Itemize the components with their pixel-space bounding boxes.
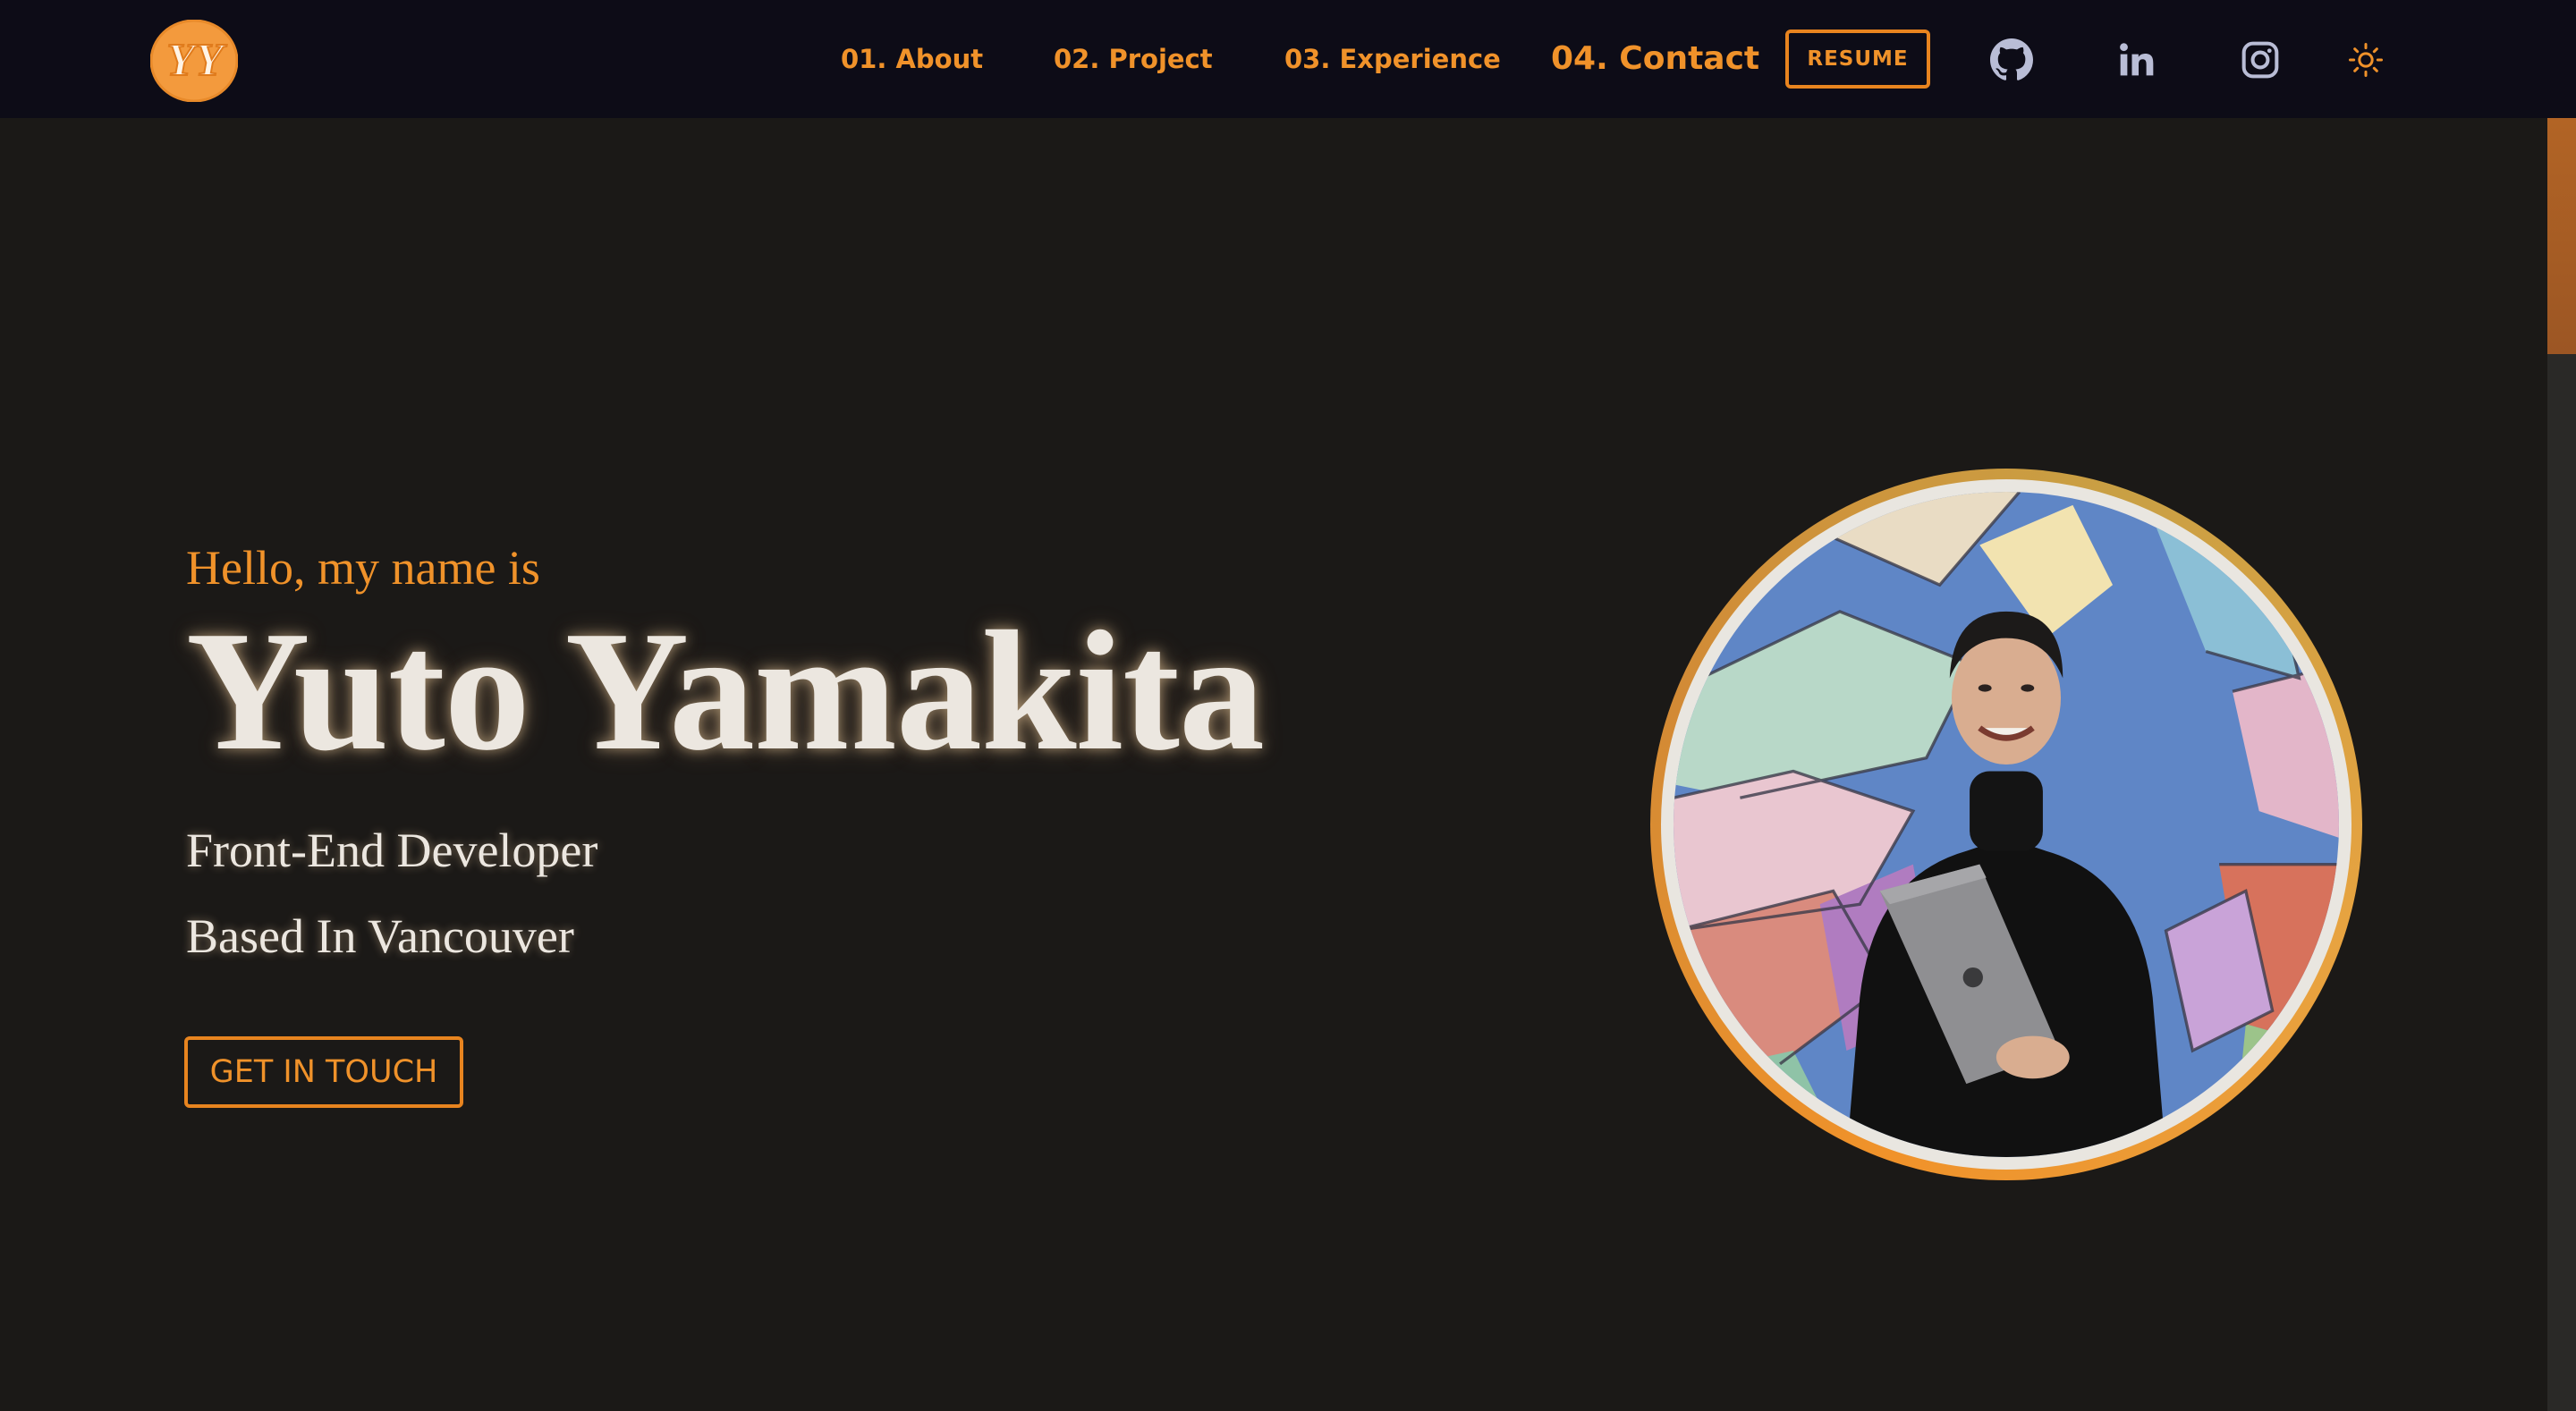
page-scrollbar[interactable]	[2547, 118, 2576, 1411]
top-navbar: YY 01. About 02. Project 03. Experience …	[0, 0, 2576, 118]
github-link[interactable]	[1989, 38, 2034, 82]
hero-name: Yuto Yamakita	[186, 596, 1265, 786]
hero-greeting: Hello, my name is	[186, 541, 540, 595]
resume-button[interactable]: RESUME	[1785, 30, 1930, 89]
nav-link-experience[interactable]: 03. Experience	[1284, 39, 1501, 79]
profile-photo-border	[1661, 479, 2351, 1170]
instagram-icon	[2241, 41, 2279, 79]
nav-link-contact[interactable]: 04. Contact	[1551, 38, 1759, 80]
hero-location: Based In Vancouver	[186, 909, 574, 963]
sun-icon	[2349, 43, 2383, 77]
instagram-link[interactable]	[2238, 38, 2283, 82]
get-in-touch-button[interactable]: GET IN TOUCH	[184, 1036, 463, 1108]
scrollbar-thumb[interactable]	[2547, 118, 2576, 354]
site-logo[interactable]: YY	[149, 19, 239, 103]
logo-icon: YY	[149, 19, 239, 103]
logo-text: YY	[166, 35, 227, 86]
github-icon	[1990, 38, 2033, 80]
linkedin-icon	[2120, 43, 2154, 76]
hero-role: Front-End Developer	[186, 824, 598, 877]
profile-photo	[1674, 492, 2339, 1157]
profile-photo-frame	[1650, 469, 2362, 1180]
theme-toggle-button[interactable]	[2343, 38, 2388, 82]
nav-link-project[interactable]: 02. Project	[1054, 39, 1213, 79]
linkedin-link[interactable]	[2114, 38, 2159, 82]
nav-link-about[interactable]: 01. About	[841, 39, 983, 79]
